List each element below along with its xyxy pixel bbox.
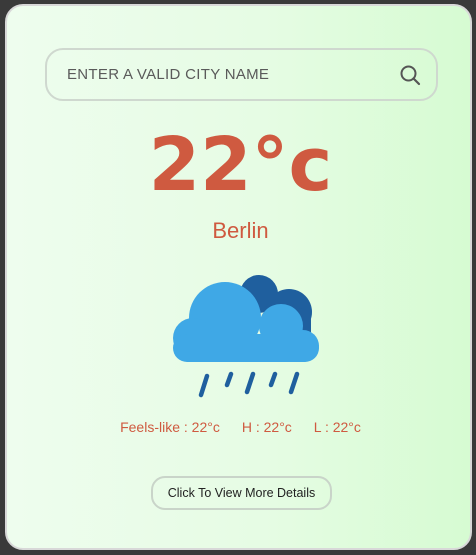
temperature-stats: Feels-like : 22°c H : 22°c L : 22°c: [7, 419, 474, 435]
temperature-value: 22°c: [148, 122, 333, 208]
low-temp-value: L : 22°c: [313, 419, 361, 435]
feels-like-value: Feels-like : 22°c: [120, 419, 220, 435]
view-details-button[interactable]: Click To View More Details: [151, 476, 332, 510]
search-icon: [400, 65, 421, 85]
weather-card: 22°c Berlin: [5, 4, 472, 550]
search-button[interactable]: [398, 63, 422, 87]
window-frame: 22°c Berlin: [0, 0, 476, 555]
rain-cloud-icon: [173, 275, 319, 398]
city-name: Berlin: [212, 218, 269, 243]
rain-drops: [198, 371, 300, 398]
search-bar: [45, 48, 438, 101]
city-search-input[interactable]: [67, 66, 398, 83]
high-temp-value: H : 22°c: [241, 419, 292, 435]
